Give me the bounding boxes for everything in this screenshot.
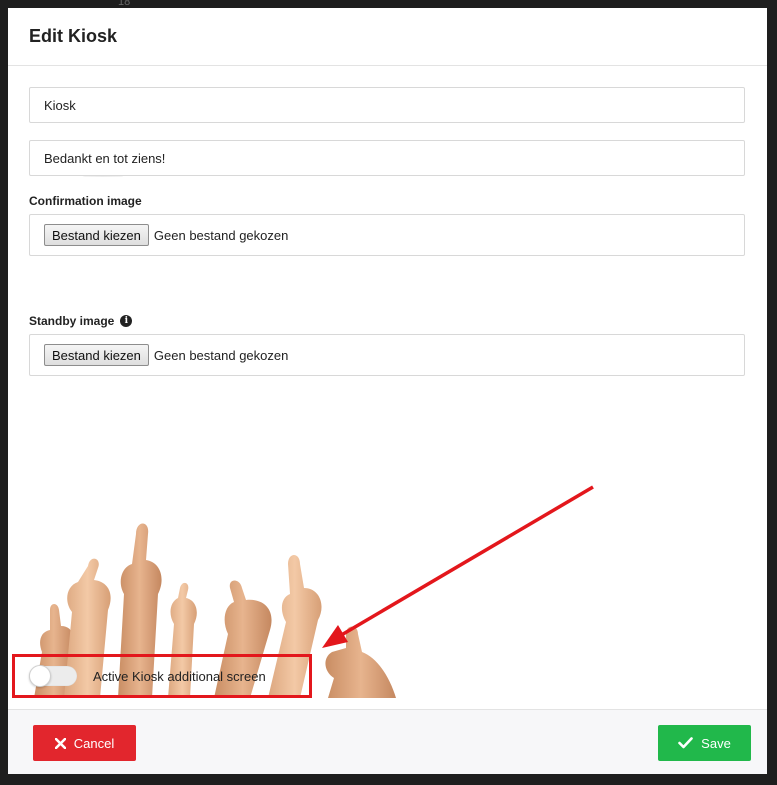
save-button-label: Save	[701, 735, 731, 751]
confirmation-image-file-status: Geen bestand gekozen	[153, 227, 289, 243]
modal-body: Confirmation image Bestand kiezen Geen b…	[8, 66, 767, 710]
standby-image-label-text: Standby image	[29, 314, 115, 328]
save-button[interactable]: Save	[658, 725, 751, 761]
standby-image-file-status: Geen bestand gekozen	[153, 347, 289, 363]
toggle-knob	[29, 665, 51, 687]
confirmation-image-label-text: Confirmation image	[29, 194, 142, 208]
additional-screen-toggle[interactable]	[29, 665, 77, 687]
background-fragment-text: 18	[118, 0, 131, 8]
confirmation-image-label: Confirmation image	[29, 194, 142, 208]
additional-screen-toggle-row: Active Kiosk additional screen	[12, 654, 312, 698]
cancel-button[interactable]: Cancel	[33, 725, 136, 761]
standby-image-choose-file-button[interactable]: Bestand kiezen	[44, 344, 149, 366]
close-icon	[54, 737, 66, 749]
confirmation-image-choose-file-button[interactable]: Bestand kiezen	[44, 224, 149, 246]
additional-screen-toggle-label: Active Kiosk additional screen	[93, 668, 266, 684]
kiosk-name-input[interactable]	[29, 87, 745, 123]
modal-footer: Cancel Save	[8, 709, 767, 774]
message-input[interactable]	[29, 140, 745, 176]
checkmark-icon	[678, 737, 693, 749]
standby-image-file-input: Bestand kiezen Geen bestand gekozen	[29, 334, 745, 376]
modal-title: Edit Kiosk	[29, 26, 118, 46]
info-icon[interactable]: i	[120, 315, 133, 327]
modal-header: Edit Kiosk	[8, 8, 767, 66]
cancel-button-label: Cancel	[73, 735, 115, 751]
confirmation-image-file-input: Bestand kiezen Geen bestand gekozen	[29, 214, 745, 256]
edit-kiosk-modal: Edit Kiosk Confirmation image Bestand ki…	[8, 8, 767, 774]
hand	[325, 626, 396, 698]
standby-image-label: Standby image i	[29, 314, 133, 328]
